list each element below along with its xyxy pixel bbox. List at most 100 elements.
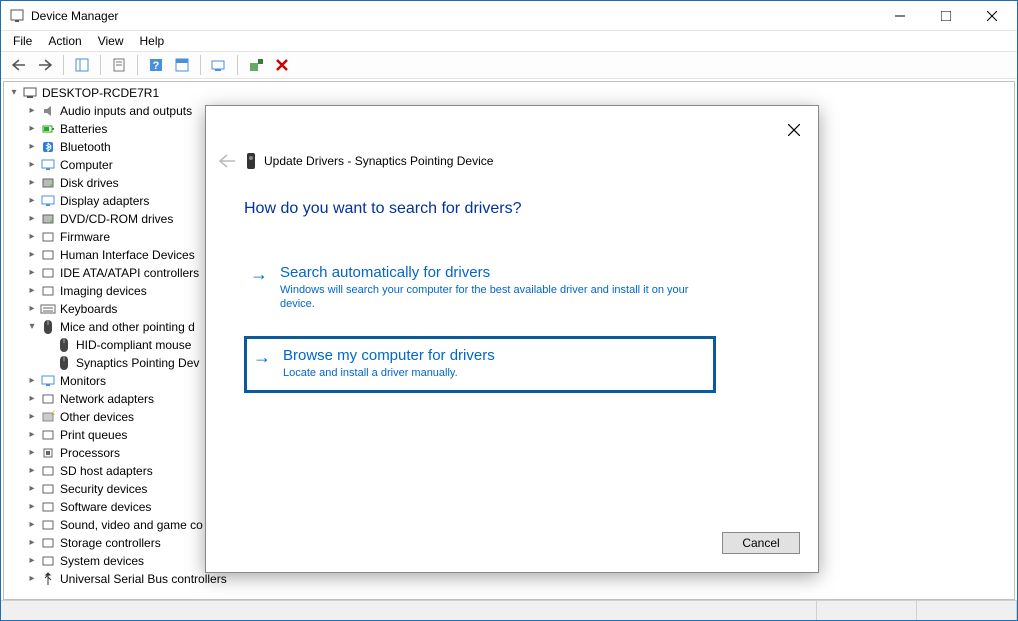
scan-hardware-button[interactable] bbox=[207, 53, 231, 77]
expand-icon[interactable]: ▸ bbox=[26, 285, 38, 297]
tree-device-label: HID-compliant mouse bbox=[76, 336, 191, 354]
update-driver-button[interactable] bbox=[170, 53, 194, 77]
help-button[interactable]: ? bbox=[144, 53, 168, 77]
dialog-heading: How do you want to search for drivers? bbox=[244, 200, 521, 218]
tree-category-label: Keyboards bbox=[60, 300, 117, 318]
menubar: File Action View Help bbox=[1, 31, 1017, 51]
tree-category-label: Processors bbox=[60, 444, 120, 462]
category-icon bbox=[40, 265, 56, 281]
category-icon bbox=[40, 319, 56, 335]
computer-icon bbox=[22, 85, 38, 101]
tree-category-label: Storage controllers bbox=[60, 534, 161, 552]
mouse-icon bbox=[56, 337, 72, 353]
expand-icon[interactable]: ▸ bbox=[26, 249, 38, 261]
toolbar-separator bbox=[200, 55, 201, 75]
expand-icon[interactable]: ▸ bbox=[26, 105, 38, 117]
toolbar-separator bbox=[237, 55, 238, 75]
category-icon bbox=[40, 553, 56, 569]
show-hide-tree-button[interactable] bbox=[70, 53, 94, 77]
tree-category-label: Print queues bbox=[60, 426, 127, 444]
option-browse-computer[interactable]: → Browse my computer for drivers Locate … bbox=[244, 336, 716, 393]
expand-icon[interactable]: ▸ bbox=[26, 555, 38, 567]
expand-icon[interactable]: ▸ bbox=[26, 177, 38, 189]
tree-category-label: Disk drives bbox=[60, 174, 119, 192]
tree-root[interactable]: ▾ DESKTOP-RCDE7R1 bbox=[4, 84, 1014, 102]
dialog-back-button[interactable] bbox=[218, 154, 236, 168]
expand-icon[interactable]: ▸ bbox=[26, 537, 38, 549]
tree-category-label: DVD/CD-ROM drives bbox=[60, 210, 173, 228]
expand-icon[interactable]: ▸ bbox=[26, 465, 38, 477]
cancel-button[interactable]: Cancel bbox=[722, 532, 800, 554]
tree-category-label: Display adapters bbox=[60, 192, 149, 210]
expand-icon[interactable]: ▸ bbox=[26, 231, 38, 243]
tree-category-label: SD host adapters bbox=[60, 462, 153, 480]
category-icon bbox=[40, 481, 56, 497]
uninstall-button[interactable] bbox=[270, 53, 294, 77]
statusbar bbox=[1, 600, 1017, 620]
arrow-right-icon: → bbox=[250, 264, 268, 285]
tree-category-label: Firmware bbox=[60, 228, 110, 246]
tree-category-label: Mice and other pointing d bbox=[60, 318, 195, 336]
option-search-automatically[interactable]: → Search automatically for drivers Windo… bbox=[244, 256, 716, 321]
menu-help[interactable]: Help bbox=[134, 32, 171, 50]
mouse-icon bbox=[56, 355, 72, 371]
expand-icon[interactable]: ▸ bbox=[26, 429, 38, 441]
expand-icon[interactable]: ▸ bbox=[26, 303, 38, 315]
category-icon bbox=[40, 193, 56, 209]
tree-root-label: DESKTOP-RCDE7R1 bbox=[42, 84, 159, 102]
tree-category-label: Human Interface Devices bbox=[60, 246, 195, 264]
tree-category-label: Universal Serial Bus controllers bbox=[60, 570, 227, 588]
tree-category-label: Other devices bbox=[60, 408, 134, 426]
dialog-device-icon bbox=[244, 152, 260, 172]
maximize-button[interactable] bbox=[923, 1, 969, 30]
expand-icon[interactable]: ▸ bbox=[26, 483, 38, 495]
menu-view[interactable]: View bbox=[92, 32, 130, 50]
menu-file[interactable]: File bbox=[7, 32, 38, 50]
option-search-automatically-desc: Windows will search your computer for th… bbox=[280, 283, 708, 311]
tree-category-label: Sound, video and game co bbox=[60, 516, 203, 534]
tree-category-label: Audio inputs and outputs bbox=[60, 102, 192, 120]
menu-action[interactable]: Action bbox=[42, 32, 87, 50]
category-icon bbox=[40, 157, 56, 173]
category-icon bbox=[40, 301, 56, 317]
dialog-close-button[interactable] bbox=[778, 114, 810, 146]
tree-category-label: Batteries bbox=[60, 120, 107, 138]
expand-icon[interactable]: ▸ bbox=[26, 267, 38, 279]
category-icon: ⚠ bbox=[40, 409, 56, 425]
properties-button[interactable] bbox=[107, 53, 131, 77]
category-icon bbox=[40, 229, 56, 245]
collapse-icon[interactable]: ▾ bbox=[8, 87, 20, 99]
tree-category-label: Security devices bbox=[60, 480, 147, 498]
expand-icon[interactable]: ▸ bbox=[26, 375, 38, 387]
expand-icon[interactable]: ▸ bbox=[26, 141, 38, 153]
tree-category-label: Bluetooth bbox=[60, 138, 111, 156]
expand-icon[interactable]: ▸ bbox=[26, 573, 38, 585]
nav-forward-button[interactable] bbox=[33, 53, 57, 77]
expand-icon[interactable]: ▸ bbox=[26, 213, 38, 225]
expand-icon[interactable]: ▸ bbox=[26, 159, 38, 171]
category-icon bbox=[40, 247, 56, 263]
expand-icon[interactable]: ▸ bbox=[26, 501, 38, 513]
expand-icon[interactable]: ▸ bbox=[26, 411, 38, 423]
expand-icon[interactable]: ▸ bbox=[26, 447, 38, 459]
minimize-button[interactable] bbox=[877, 1, 923, 30]
update-drivers-dialog: Update Drivers - Synaptics Pointing Devi… bbox=[205, 105, 819, 573]
category-icon bbox=[40, 427, 56, 443]
expand-icon[interactable]: ▸ bbox=[26, 123, 38, 135]
tree-category-label: Network adapters bbox=[60, 390, 154, 408]
tree-device-label: Synaptics Pointing Dev bbox=[76, 354, 199, 372]
nav-back-button[interactable] bbox=[7, 53, 31, 77]
expand-icon[interactable]: ▸ bbox=[26, 519, 38, 531]
category-icon bbox=[40, 535, 56, 551]
category-icon bbox=[40, 517, 56, 533]
expand-icon[interactable]: ▸ bbox=[26, 393, 38, 405]
category-icon bbox=[40, 373, 56, 389]
category-icon bbox=[40, 445, 56, 461]
expand-icon[interactable]: ▾ bbox=[26, 321, 38, 333]
add-hardware-button[interactable] bbox=[244, 53, 268, 77]
category-icon bbox=[40, 391, 56, 407]
close-button[interactable] bbox=[969, 1, 1015, 30]
toolbar: ? bbox=[1, 51, 1017, 79]
tree-category-label: Computer bbox=[60, 156, 113, 174]
expand-icon[interactable]: ▸ bbox=[26, 195, 38, 207]
